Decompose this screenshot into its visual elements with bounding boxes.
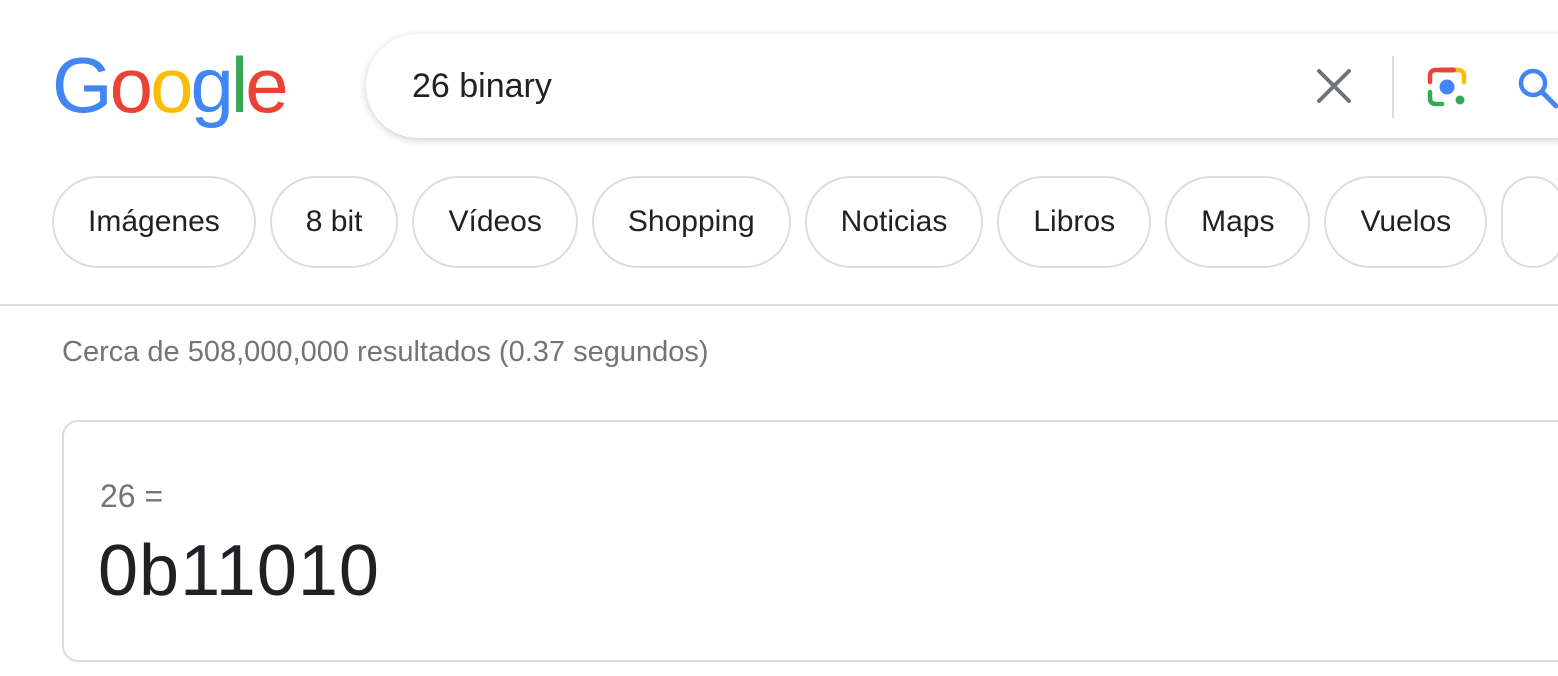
logo-letter-o2: o: [150, 41, 193, 129]
chip-shopping[interactable]: Shopping: [591, 176, 791, 268]
search-filter-chips: Imágenes 8 bit Vídeos Shopping Noticias …: [52, 176, 1558, 268]
calculator-expression: 26 =: [100, 478, 164, 514]
logo-letter-g: G: [52, 41, 113, 129]
search-by-image-button[interactable]: [1424, 64, 1470, 110]
chip-flights[interactable]: Vuelos: [1324, 176, 1488, 268]
search-bar: [366, 34, 1558, 138]
logo-letter-o1: o: [109, 41, 153, 129]
result-stats: Cerca de 508,000,000 resultados (0.37 se…: [62, 336, 709, 368]
camera-lens-icon: [1427, 67, 1467, 107]
google-logo[interactable]: G o o g l e: [52, 41, 289, 129]
search-button[interactable]: [1516, 66, 1558, 110]
calculator-result: 0b11010: [98, 531, 380, 611]
chip-books[interactable]: Libros: [997, 176, 1152, 268]
google-search-results-page: G o o g l e 26 binary Imágenes 8 bit Víd…: [0, 0, 1558, 676]
calculator-card: 26 = 0b11010: [62, 420, 1558, 662]
header-divider: [0, 304, 1558, 306]
chip-maps[interactable]: Maps: [1165, 176, 1311, 268]
chip-more[interactable]: [1501, 176, 1558, 268]
close-icon: [1317, 69, 1351, 103]
clear-search-button[interactable]: [1312, 64, 1356, 108]
search-bar-divider: [1392, 56, 1394, 118]
chip-8-bit[interactable]: 8 bit: [269, 176, 399, 268]
search-icon: [1518, 68, 1558, 109]
logo-letter-g2: g: [190, 41, 233, 129]
search-input[interactable]: [412, 62, 1272, 110]
chip-videos[interactable]: Vídeos: [412, 176, 578, 268]
chip-news[interactable]: Noticias: [804, 176, 984, 268]
logo-letter-e: e: [245, 41, 288, 129]
chip-images[interactable]: Imágenes: [52, 176, 256, 268]
logo-letter-l: l: [230, 41, 248, 129]
